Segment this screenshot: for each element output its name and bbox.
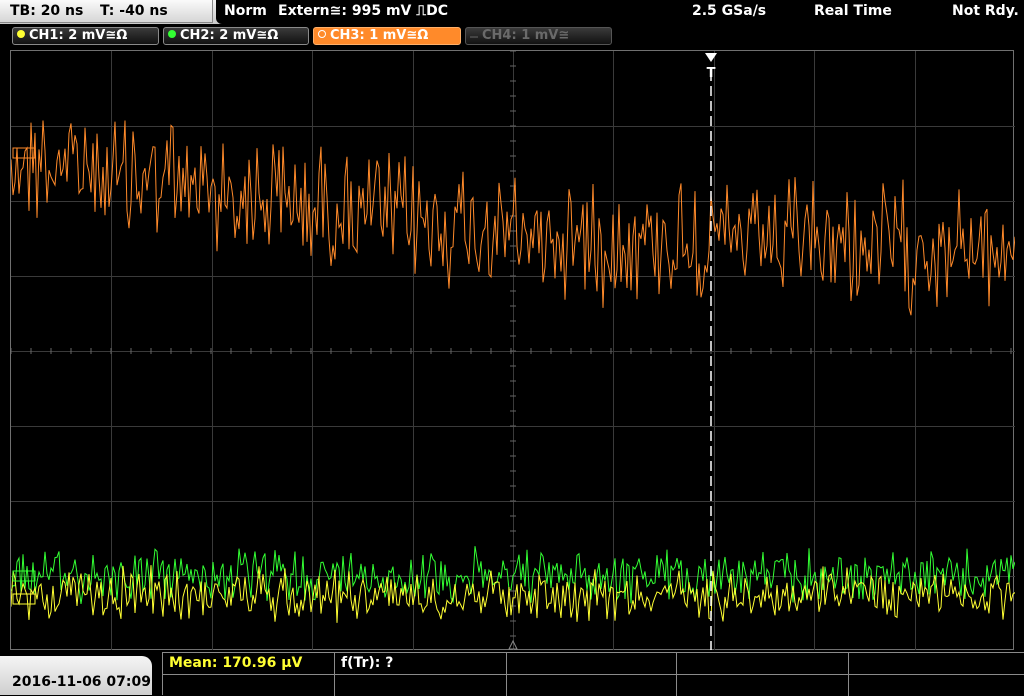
- measurement-slot-3[interactable]: [507, 653, 677, 675]
- waveform-display[interactable]: T: [10, 50, 1015, 651]
- date-time-box: 2016-11-06 07:09: [0, 656, 152, 695]
- measurement-slot-7[interactable]: [335, 675, 507, 696]
- waveform-graph: T: [11, 51, 1015, 651]
- channel-1-tab[interactable]: CH1: 2 mV≅Ω: [12, 27, 159, 45]
- frequency-measurement[interactable]: f(Tr): ?: [335, 653, 507, 675]
- trigger-source: Extern≅: 995 mV ⎍DC: [278, 3, 448, 19]
- measurement-slot-4[interactable]: [677, 653, 849, 675]
- channel-bar: CH1: 2 mV≅Ω CH2: 2 mV≅Ω CH3: 1 mV≅Ω CH4:…: [0, 24, 1024, 50]
- trigger-marker-icon: [705, 53, 717, 62]
- top-status-bar: TB: 20 ns T: -40 ns Norm Extern≅: 995 mV…: [0, 0, 1024, 24]
- trigger-position: T: -40 ns: [100, 3, 168, 19]
- measurement-slot-9[interactable]: [677, 675, 849, 696]
- channel-4-indicator-icon: [470, 36, 478, 38]
- sample-rate: 2.5 GSa/s: [692, 3, 767, 19]
- timebase-value: TB: 20 ns: [10, 3, 84, 19]
- trigger-marker-label: T: [707, 66, 716, 81]
- channel-1-indicator-icon: [17, 30, 25, 38]
- channel-3-indicator-icon: [318, 30, 326, 38]
- measurement-table[interactable]: Mean: 170.96 µV f(Tr): ?: [162, 652, 1024, 696]
- measurement-slot-8[interactable]: [507, 675, 677, 696]
- trigger-mode: Norm: [224, 3, 267, 19]
- date-time: 2016-11-06 07:09: [12, 674, 151, 690]
- trigger-state: Not Rdy.: [952, 3, 1019, 19]
- mean-measurement[interactable]: Mean: 170.96 µV: [163, 653, 335, 675]
- measurement-slot-6[interactable]: [163, 675, 335, 696]
- slope-icon: ⎍: [416, 3, 427, 19]
- timebase-box[interactable]: TB: 20 ns T: -40 ns: [0, 0, 213, 23]
- channel-2-tab[interactable]: CH2: 2 mV≅Ω: [163, 27, 309, 45]
- channel-3-tab[interactable]: CH3: 1 mV≅Ω: [313, 27, 461, 45]
- acquisition-status[interactable]: Norm Extern≅: 995 mV ⎍DC 2.5 GSa/s Real …: [216, 0, 1024, 24]
- channel-2-indicator-icon: [168, 30, 176, 38]
- channel-4-tab[interactable]: CH4: 1 mV≅: [465, 27, 612, 45]
- measurement-slot-5[interactable]: [849, 653, 1024, 675]
- acquisition-mode: Real Time: [814, 3, 892, 19]
